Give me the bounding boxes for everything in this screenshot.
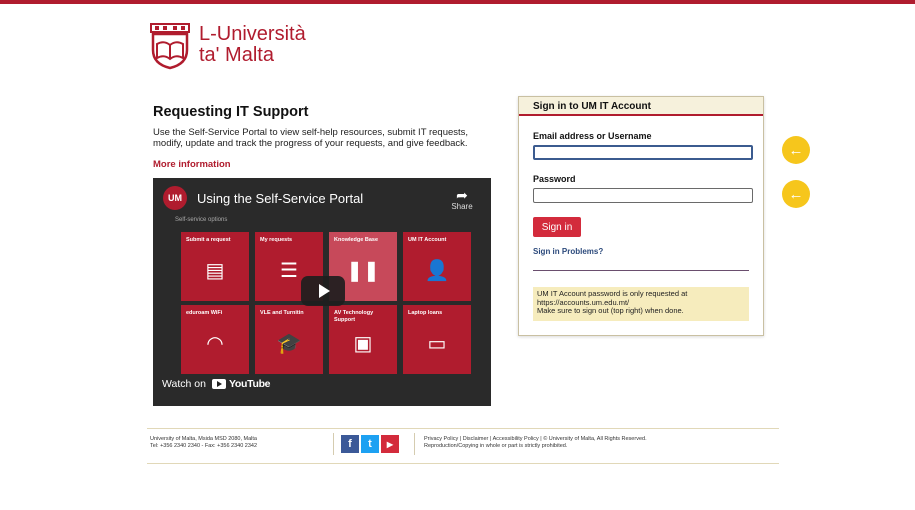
footer-legal: Privacy Policy | Disclaimer | Accessibil… <box>424 436 647 450</box>
play-icon <box>319 284 330 298</box>
university-logo[interactable]: L-Università ta' Malta <box>147 20 306 70</box>
tile-label: Submit a request <box>186 237 231 243</box>
phone-line: Tel: +356 2340 2340 - Fax: +356 2340 234… <box>150 443 258 449</box>
panel-divider <box>533 270 749 271</box>
social-links: f t ▶ <box>341 435 401 453</box>
play-button[interactable] <box>301 276 345 306</box>
laptop-icon: ▭ <box>427 333 447 355</box>
video-title[interactable]: Using the Self-Service Portal <box>197 191 363 206</box>
share-button[interactable]: ➦ Share <box>449 188 475 211</box>
notice-line: Make sure to sign out (top right) when d… <box>537 306 684 315</box>
twitter-icon[interactable]: t <box>361 435 379 453</box>
arrow-left-icon: ← <box>782 136 810 164</box>
signin-panel: Sign in to UM IT Account Email address o… <box>518 96 764 336</box>
tile-label: UM IT Account <box>408 237 447 243</box>
watch-on-youtube-link[interactable]: Watch on YouTube <box>162 378 271 390</box>
wifi-icon: ◠ <box>206 333 224 355</box>
tile-label: Laptop loans <box>408 310 443 316</box>
channel-badge[interactable]: UM <box>163 186 187 210</box>
tile-label: Knowledge Base <box>334 237 379 243</box>
username-input[interactable] <box>533 145 753 160</box>
footer-bottom-divider <box>147 463 779 464</box>
support-heading: Requesting IT Support <box>153 104 309 120</box>
brand-name: L-Università ta' Malta <box>199 24 306 66</box>
tile-eduroam-wifi: eduroam WiFi ◠ <box>181 305 249 374</box>
youtube-label: YouTube <box>228 378 271 390</box>
footer-address: University of Malta, Msida MSD 2080, Mal… <box>150 436 257 450</box>
username-label: Email address or Username <box>533 131 652 141</box>
password-label: Password <box>533 174 576 184</box>
form-icon: ▤ <box>205 260 225 282</box>
share-label: Share <box>451 202 473 211</box>
signin-button[interactable]: Sign in <box>533 217 581 237</box>
facebook-icon[interactable]: f <box>341 435 359 453</box>
password-input[interactable] <box>533 188 753 203</box>
arrow-left-icon: ← <box>782 180 810 208</box>
youtube-icon[interactable]: ▶ <box>381 435 399 453</box>
graduation-cap-icon: 🎓 <box>276 333 302 355</box>
tile-label: VLE and Turnitin <box>260 310 304 316</box>
tile-laptop-loans: Laptop loans ▭ <box>403 305 471 374</box>
brand-name-line1: L-Università <box>199 23 306 45</box>
tile-um-it-account: UM IT Account 👤 <box>403 232 471 301</box>
top-accent-bar <box>0 0 915 4</box>
user-key-icon: 👤 <box>424 260 450 282</box>
tile-submit-request: Submit a request ▤ <box>181 232 249 301</box>
tile-label: eduroam WiFi <box>186 310 223 316</box>
tile-label: My requests <box>260 237 293 243</box>
share-icon: ➦ <box>456 187 468 203</box>
self-service-section-label: Self-service options <box>175 217 228 223</box>
more-information-link[interactable]: More information <box>153 159 231 170</box>
legal-links[interactable]: Privacy Policy | Disclaimer | Accessibil… <box>424 436 647 443</box>
footer-separator <box>333 433 334 455</box>
password-notice: UM IT Account password is only requested… <box>533 287 749 321</box>
signin-problems-link[interactable]: Sign in Problems? <box>533 247 603 256</box>
crest-icon <box>150 23 190 70</box>
tile-av-technology: AV Technology Support ▣ <box>329 305 397 374</box>
tile-vle-turnitin: VLE and Turnitin 🎓 <box>255 305 323 374</box>
signin-title: Sign in to UM IT Account <box>519 97 763 116</box>
footer-top-divider <box>147 428 779 429</box>
projector-icon: ▣ <box>353 333 373 355</box>
address-line: University of Malta, Msida MSD 2080, Mal… <box>150 436 257 442</box>
support-intro: Use the Self-Service Portal to view self… <box>153 127 469 149</box>
copyright-notice: Reproduction/Copying in whole or part is… <box>424 443 568 449</box>
youtube-logo: YouTube <box>211 378 271 390</box>
footer-separator <box>414 433 415 455</box>
brand-name-line2: ta' Malta <box>199 44 274 66</box>
watch-on-label: Watch on <box>162 378 206 390</box>
video-player[interactable]: UM Using the Self-Service Portal ➦ Share… <box>153 178 491 406</box>
youtube-icon <box>211 379 226 389</box>
tile-label: AV Technology Support <box>334 310 374 323</box>
